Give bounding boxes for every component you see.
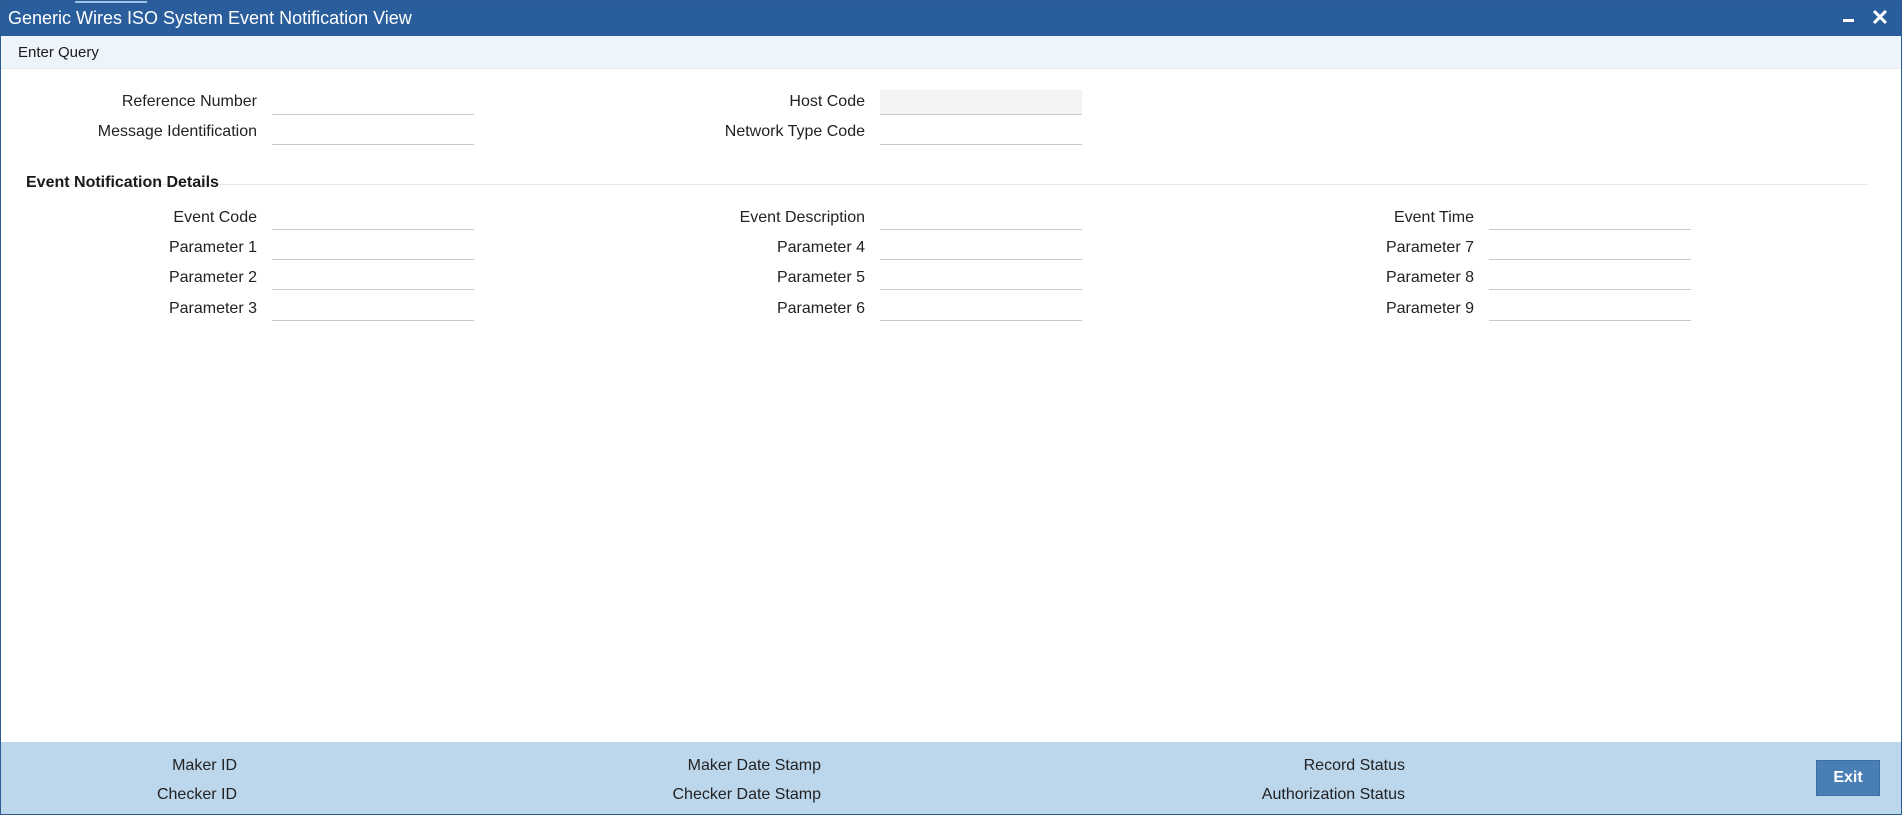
event-time-label: Event Time (1393, 209, 1474, 226)
event-time-input[interactable] (1489, 205, 1691, 230)
section-divider (26, 184, 1868, 185)
parameter-2-label: Parameter 2 (168, 269, 257, 286)
checker-id-label: Checker ID (156, 786, 237, 803)
checker-date-stamp-label: Checker Date Stamp (672, 786, 821, 803)
event-code-input[interactable] (272, 205, 474, 230)
parameter-3-input[interactable] (272, 296, 474, 321)
parameter-6-label: Parameter 6 (776, 300, 865, 317)
event-description-label: Event Description (739, 209, 865, 226)
exit-button[interactable]: Exit (1816, 760, 1880, 796)
parameter-7-label: Parameter 7 (1385, 239, 1474, 256)
event-code-label: Event Code (173, 209, 257, 226)
parameter-2-input[interactable] (272, 265, 474, 290)
title-tab-indicator (75, 1, 147, 3)
parameter-4-input[interactable] (880, 235, 1082, 260)
host-code-label: Host Code (789, 93, 865, 110)
maker-id-label: Maker ID (172, 757, 237, 774)
close-icon[interactable]: ✕ (1869, 7, 1891, 29)
message-identification-label: Message Identification (97, 123, 257, 140)
network-type-code-input[interactable] (880, 120, 1082, 145)
host-code-input (880, 90, 1082, 115)
event-notification-window: Generic Wires ISO System Event Notificat… (0, 0, 1902, 815)
parameter-1-input[interactable] (272, 235, 474, 260)
title-bar: Generic Wires ISO System Event Notificat… (1, 1, 1901, 36)
audit-footer: Maker ID Checker ID Maker Date Stamp Che… (1, 742, 1901, 814)
message-identification-input[interactable] (272, 120, 474, 145)
parameter-3-label: Parameter 3 (168, 300, 257, 317)
parameter-8-label: Parameter 8 (1385, 269, 1474, 286)
event-notification-details-heading: Event Notification Details (26, 174, 219, 191)
authorization-status-label: Authorization Status (1261, 786, 1405, 803)
minimize-icon[interactable] (1837, 7, 1859, 29)
parameter-8-input[interactable] (1489, 265, 1691, 290)
maker-date-stamp-label: Maker Date Stamp (687, 757, 821, 774)
parameter-1-label: Parameter 1 (168, 239, 257, 256)
record-status-label: Record Status (1303, 757, 1405, 774)
parameter-4-label: Parameter 4 (776, 239, 865, 256)
parameter-7-input[interactable] (1489, 235, 1691, 260)
parameter-6-input[interactable] (880, 296, 1082, 321)
parameter-5-input[interactable] (880, 265, 1082, 290)
reference-number-input[interactable] (272, 90, 474, 115)
network-type-code-label: Network Type Code (724, 123, 865, 140)
event-description-input[interactable] (880, 205, 1082, 230)
reference-number-label: Reference Number (121, 93, 257, 110)
parameter-9-input[interactable] (1489, 296, 1691, 321)
window-title: Generic Wires ISO System Event Notificat… (8, 8, 412, 28)
parameter-5-label: Parameter 5 (776, 269, 865, 286)
parameter-9-label: Parameter 9 (1385, 300, 1474, 317)
toolbar: Enter Query (1, 36, 1901, 69)
enter-query-button[interactable]: Enter Query (18, 44, 99, 61)
